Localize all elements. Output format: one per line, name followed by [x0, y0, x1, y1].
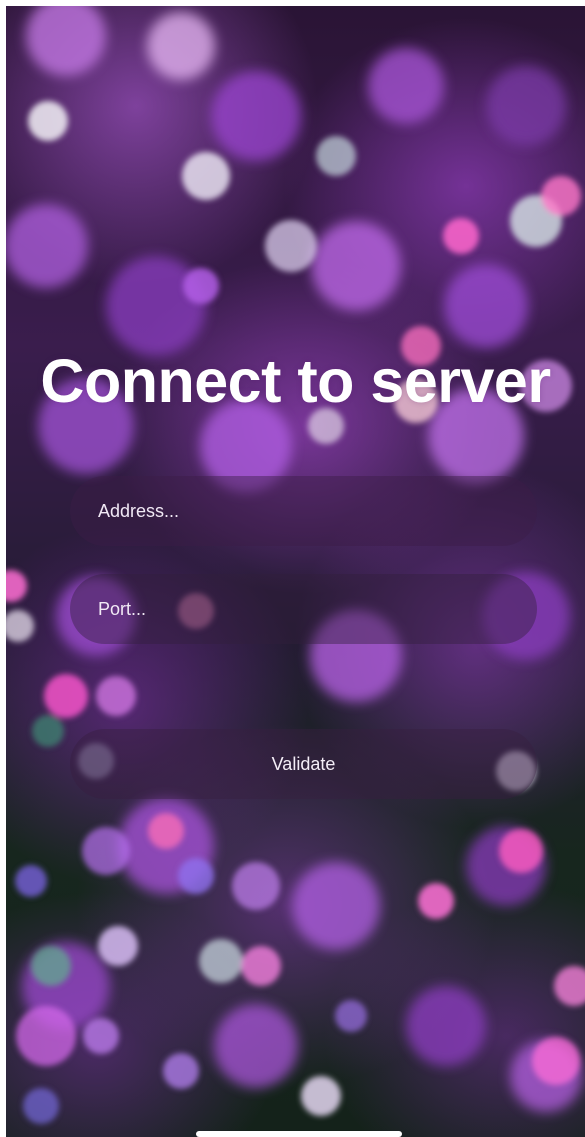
- port-input[interactable]: [98, 598, 537, 620]
- validate-button[interactable]: Validate: [70, 729, 537, 799]
- page-title: Connect to server: [40, 347, 551, 415]
- address-input[interactable]: [98, 500, 537, 522]
- bokeh-background-image: [6, 6, 585, 1137]
- validate-button-label: Validate: [271, 753, 336, 774]
- connect-screen: Connect to server Validate: [6, 6, 585, 1137]
- home-indicator-bar[interactable]: [196, 1131, 402, 1137]
- address-field[interactable]: [70, 476, 537, 546]
- port-field[interactable]: [70, 574, 537, 644]
